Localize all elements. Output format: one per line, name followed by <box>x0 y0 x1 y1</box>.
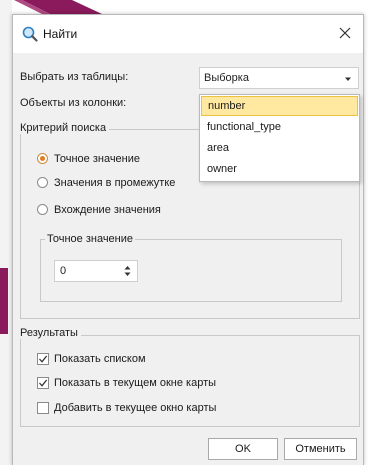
table-select-value: Выборка <box>204 72 249 84</box>
results-group-title: Результаты <box>20 327 81 339</box>
checkbox-show-current-map[interactable] <box>37 377 49 389</box>
window-title: Найти <box>43 27 78 41</box>
chevron-down-icon[interactable] <box>344 74 352 82</box>
criteria-group-title: Критерий поиска <box>20 122 110 134</box>
radio-range-values[interactable] <box>37 177 48 188</box>
background-app <box>0 0 12 465</box>
table-select-label: Выбрать из таблицы: <box>20 71 129 83</box>
dropdown-option[interactable]: owner <box>201 159 358 179</box>
checkbox-add-current-map[interactable] <box>37 402 49 414</box>
cancel-button[interactable]: Отменить <box>284 438 357 460</box>
close-icon[interactable] <box>335 23 357 45</box>
dropdown-option[interactable]: functional_type <box>201 117 358 137</box>
radio-contains-value-label[interactable]: Вхождение значения <box>54 204 161 216</box>
background-decoration <box>12 0 102 14</box>
exact-value-input[interactable]: 0 <box>60 265 66 277</box>
dropdown-option[interactable]: area <box>201 138 358 158</box>
search-icon <box>22 26 38 42</box>
exact-value-spinbox[interactable]: 0 <box>54 260 138 282</box>
find-dialog: Найти Выбрать из таблицы: Выборка Объект… <box>12 14 364 465</box>
checkbox-show-list-label[interactable]: Показать списком <box>54 353 146 365</box>
checkbox-show-list[interactable] <box>37 353 49 365</box>
radio-exact-value-label[interactable]: Точное значение <box>54 153 140 165</box>
dropdown-option[interactable]: number <box>201 96 358 116</box>
title-bar[interactable]: Найти <box>13 15 363 53</box>
radio-contains-value[interactable] <box>37 204 48 215</box>
spin-arrows-icon[interactable] <box>124 265 131 277</box>
column-select-label: Объекты из колонки: <box>20 97 127 109</box>
radio-range-values-label[interactable]: Значения в промежутке <box>54 177 175 189</box>
radio-exact-value[interactable] <box>37 153 48 164</box>
table-select[interactable]: Выборка <box>199 67 359 89</box>
background-decoration-left <box>0 268 10 334</box>
checkbox-show-current-map-label[interactable]: Показать в текущем окне карты <box>54 377 216 389</box>
ok-button[interactable]: OK <box>208 438 278 460</box>
exact-value-group-title: Точное значение <box>45 233 136 245</box>
checkbox-add-current-map-label[interactable]: Добавить в текущее окно карты <box>54 402 216 414</box>
column-dropdown-list[interactable]: number functional_type area owner <box>199 94 360 182</box>
